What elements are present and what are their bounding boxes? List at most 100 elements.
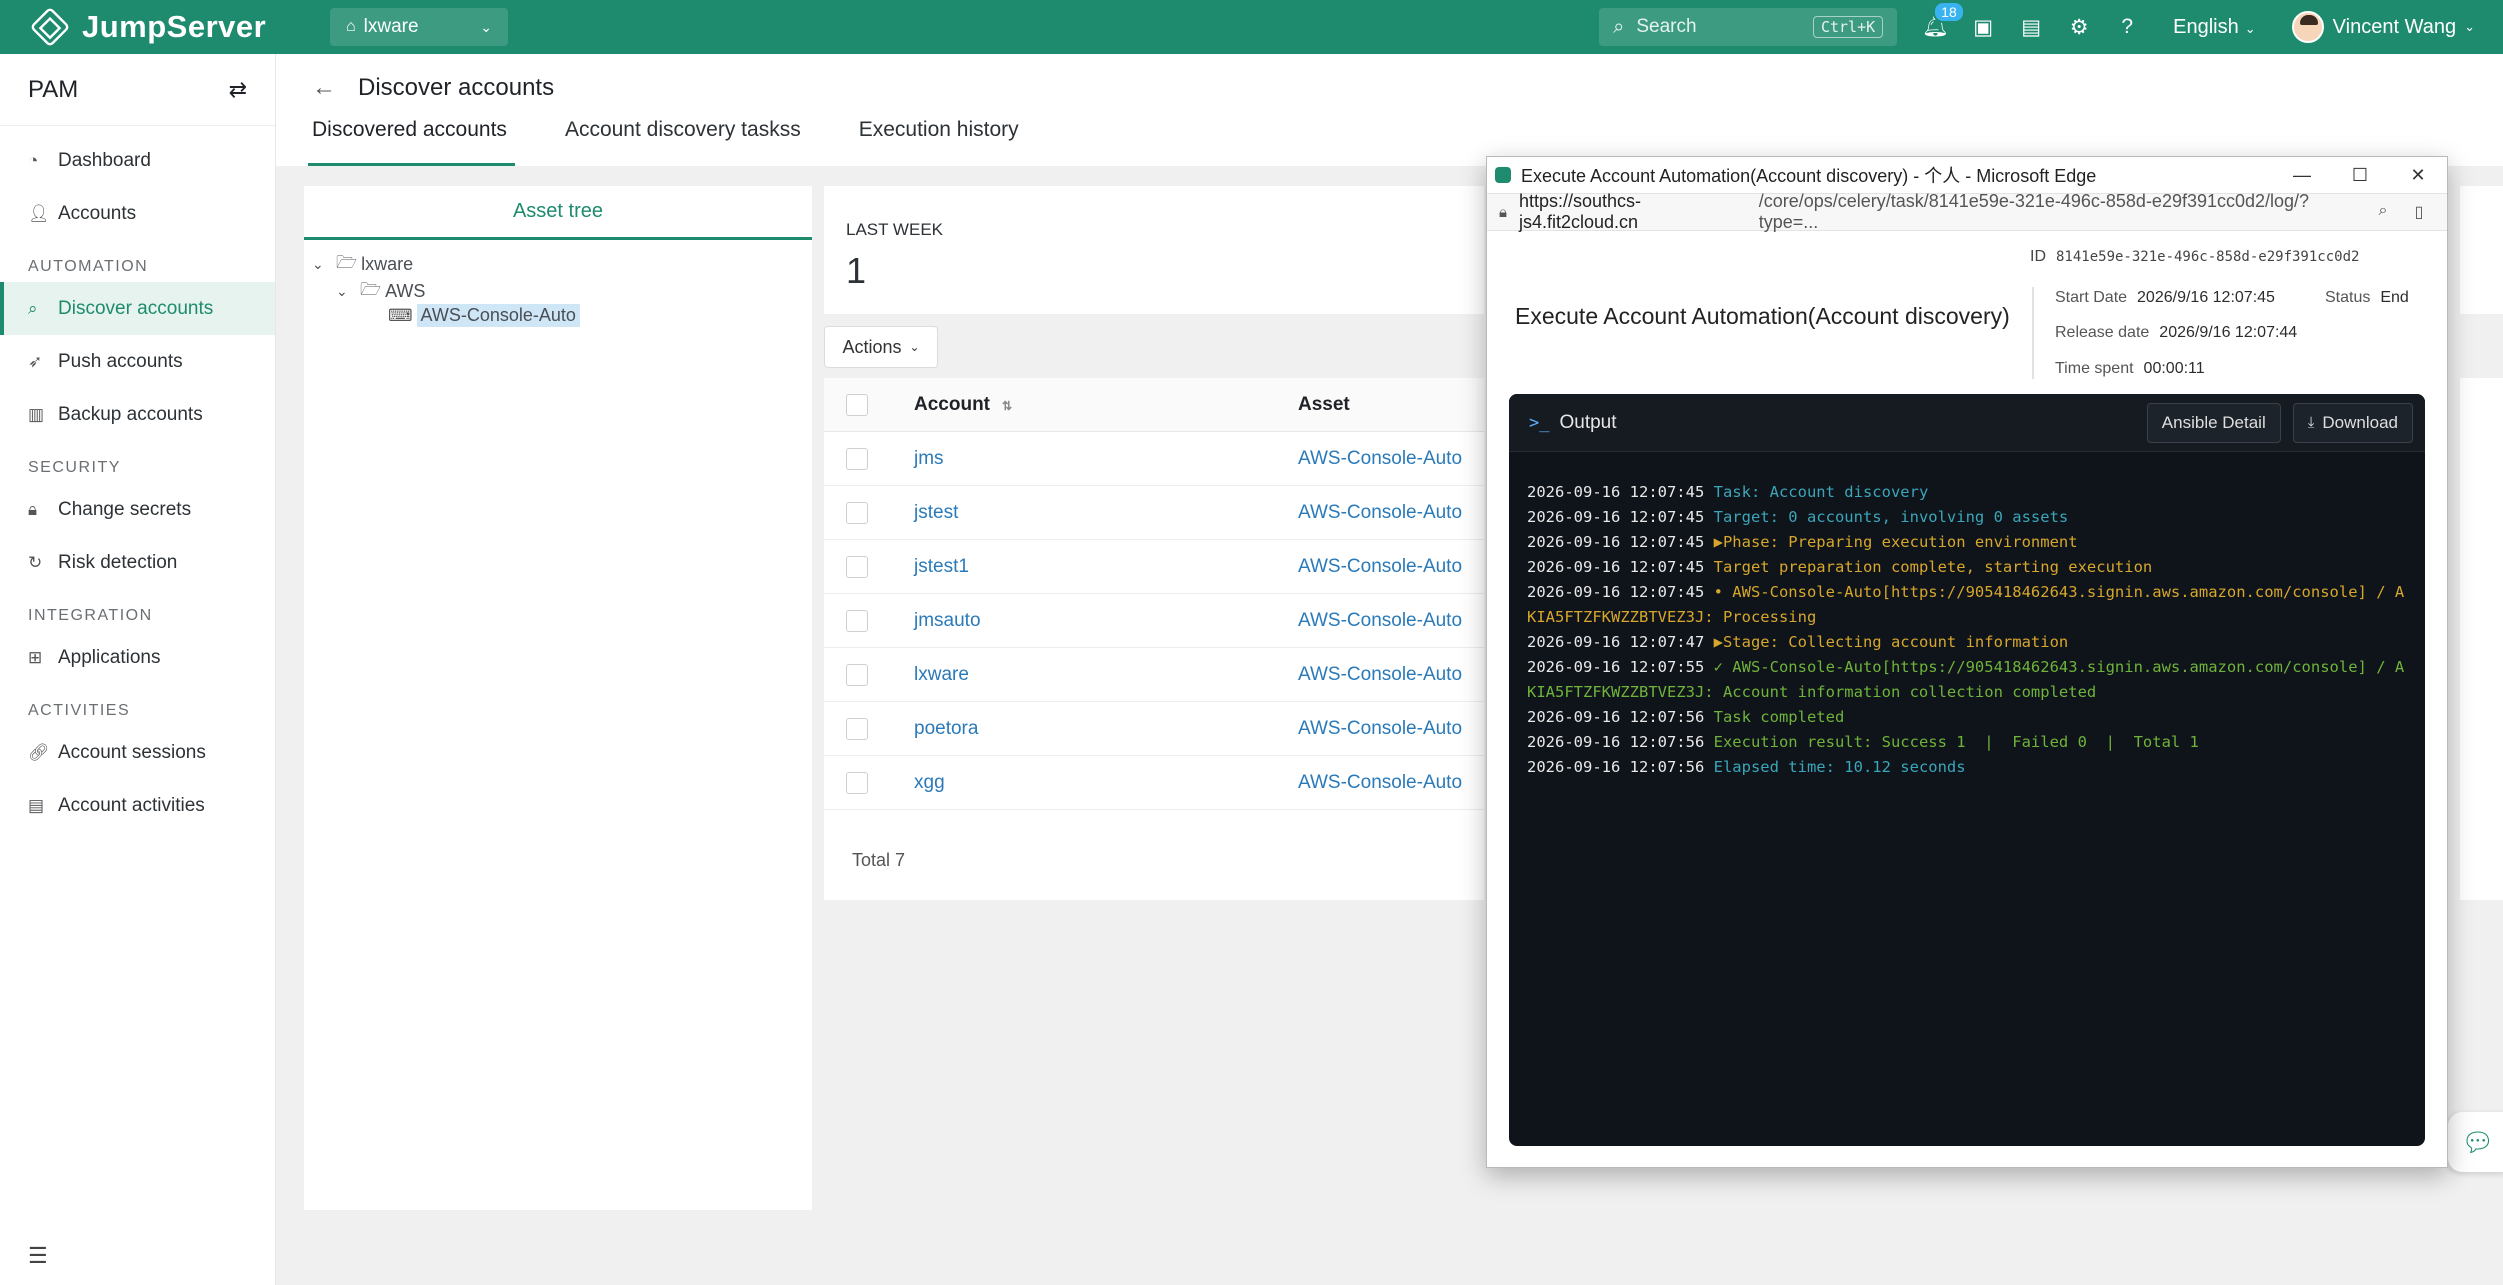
language-selector[interactable]: English ⌄ <box>2173 16 2256 39</box>
reader-icon[interactable]: ▯ <box>2401 202 2437 222</box>
ansible-detail-button[interactable]: Ansible Detail <box>2146 402 2281 443</box>
asset-link[interactable]: AWS-Console-Auto <box>1298 718 1462 740</box>
account-link[interactable]: xgg <box>914 772 945 794</box>
close-icon[interactable]: ✕ <box>2389 165 2447 186</box>
account-link[interactable]: poetora <box>914 718 978 740</box>
log-text: Execution result: Success 1 | Failed 0 |… <box>1713 733 2199 751</box>
tab-asset-tree[interactable]: Asset tree <box>304 186 812 240</box>
sidebar-title: PAM <box>28 75 79 103</box>
row-checkbox[interactable] <box>846 447 868 470</box>
account-link[interactable]: jms <box>914 448 944 470</box>
sidebar-item-risk-detection[interactable]: ↻ Risk detection <box>0 536 275 589</box>
chat-icon: 💬︎ <box>2461 1126 2495 1157</box>
asset-link[interactable]: AWS-Console-Auto <box>1298 502 1462 524</box>
asset-link[interactable]: AWS-Console-Auto <box>1298 664 1462 686</box>
log-timestamp: 2026-09-16 12:07:56 <box>1527 708 1714 726</box>
maximize-icon[interactable]: ☐ <box>2331 165 2389 186</box>
card-edge <box>2460 186 2503 314</box>
sidebar-item-account-sessions[interactable]: 🔗︎ Account sessions <box>0 726 275 779</box>
sidebar-item-change-secrets[interactable]: 🔒︎ Change secrets <box>0 483 275 536</box>
org-selector[interactable]: ⌂ lxware ⌄ <box>330 8 508 46</box>
terminal-button[interactable]: ▣ <box>1959 15 2007 40</box>
column-account[interactable]: Account ⇅ <box>914 394 1012 416</box>
row-checkbox[interactable] <box>846 717 868 740</box>
account-link[interactable]: lxware <box>914 664 969 686</box>
row-checkbox[interactable] <box>846 663 868 686</box>
row-checkbox[interactable] <box>846 771 868 794</box>
account-link[interactable]: jmsauto <box>914 610 981 632</box>
actions-label: Actions <box>842 336 902 357</box>
account-link[interactable]: jstest1 <box>914 556 969 578</box>
top-bar: JumpServer ⌂ lxware ⌄ ⌕ Search Ctrl+K 🔔︎… <box>0 0 2503 54</box>
sidebar-item-label: Dashboard <box>58 149 151 171</box>
sidebar-item-label: Change secrets <box>58 498 192 520</box>
log-timestamp: 2026-09-16 12:07:55 <box>1527 658 1714 676</box>
notifications-button[interactable]: 🔔︎ 18 <box>1911 1 1965 39</box>
row-checkbox[interactable] <box>846 555 868 578</box>
asset-link[interactable]: AWS-Console-Auto <box>1298 448 1462 470</box>
window-titlebar[interactable]: Execute Account Automation(Account disco… <box>1487 157 2447 193</box>
table-row: lxware AWS-Console-Auto <box>824 648 1484 702</box>
chat-assistant-button[interactable]: 💬︎ <box>2448 1112 2503 1172</box>
row-checkbox[interactable] <box>846 501 868 524</box>
global-search[interactable]: ⌕ Search Ctrl+K <box>1599 8 1898 46</box>
sidebar: PAM ⇄ ◔ Dashboard 👤︎ Accounts AUTOMATION ⌕… <box>0 54 276 1285</box>
sidebar-item-backup-accounts[interactable]: ▥ Backup accounts <box>0 388 275 441</box>
back-arrow-icon[interactable]: ← <box>312 74 336 102</box>
asset-link[interactable]: AWS-Console-Auto <box>1298 772 1462 794</box>
edge-popup-window: Execute Account Automation(Account disco… <box>1486 156 2448 1168</box>
sidebar-item-applications[interactable]: ⊞ Applications <box>0 631 275 684</box>
log-timestamp: 2026-09-16 12:07:56 <box>1527 733 1714 751</box>
org-icon: ⌂ <box>346 18 356 35</box>
sidebar-item-push-accounts[interactable]: ➶ Push accounts <box>0 335 275 388</box>
accounts-icon: 👤︎ <box>28 203 50 223</box>
row-checkbox[interactable] <box>846 609 868 632</box>
download-button[interactable]: ⤓ Download <box>2292 402 2413 443</box>
account-link[interactable]: jstest <box>914 502 958 524</box>
history-icon: ↻ <box>28 552 43 572</box>
help-button[interactable]: ? <box>2103 15 2151 39</box>
log-text: ▶Phase: Preparing execution environment <box>1713 533 2078 551</box>
actions-dropdown[interactable]: Actions ⌄ <box>824 326 938 368</box>
select-all-checkbox[interactable] <box>846 393 868 416</box>
asset-link[interactable]: AWS-Console-Auto <box>1298 610 1462 632</box>
output-title: >_ Output <box>1529 412 1617 434</box>
tab-account-discovery-tasks[interactable]: Account discovery taskss <box>565 118 801 166</box>
sidebar-item-accounts[interactable]: 👤︎ Accounts <box>0 187 275 240</box>
id-label: ID <box>2030 248 2046 265</box>
address-bar[interactable]: 🔒︎ https://southcs-js4.fit2cloud.cn/core… <box>1487 191 2447 232</box>
stat-card: LAST WEEK 1 <box>824 186 1484 314</box>
chevron-down-icon[interactable]: ⌄ <box>312 256 336 273</box>
settings-button[interactable]: ⚙ <box>2055 15 2103 40</box>
log-text: Target preparation complete, starting ex… <box>1713 558 2153 576</box>
sidebar-item-discover-accounts[interactable]: ⌕ Discover accounts <box>0 282 275 335</box>
chevron-down-icon[interactable]: ⌄ <box>336 283 360 300</box>
tab-discovered-accounts[interactable]: Discovered accounts <box>308 118 515 166</box>
log-text: Target: 0 accounts, involving 0 assets <box>1713 508 2069 526</box>
log-text: Task: Account discovery <box>1713 483 1929 501</box>
minimize-icon[interactable]: — <box>2273 165 2331 186</box>
log-timestamp: 2026-09-16 12:07:47 <box>1527 633 1714 651</box>
tree-node-aws[interactable]: ⌄ 🗁︎ AWS <box>336 277 425 306</box>
sidebar-item-dashboard[interactable]: ◔ Dashboard <box>0 134 275 187</box>
meta-value: 2026/9/16 12:07:45 <box>2137 289 2275 306</box>
log-line: 2026-09-16 12:07:55 ✓ AWS-Console-Auto[h… <box>1527 655 2407 705</box>
tab-execution-history[interactable]: Execution history <box>859 118 1019 166</box>
collapse-sidebar-icon[interactable]: ☰ <box>28 1243 48 1269</box>
tickets-button[interactable]: ▤ <box>2007 15 2055 40</box>
brand-logo[interactable]: JumpServer <box>29 6 290 48</box>
log-timestamp: 2026-09-16 12:07:45 <box>1527 533 1714 551</box>
sidebar-item-account-activities[interactable]: ▤ Account activities <box>0 779 275 832</box>
switch-view-icon[interactable]: ⇄ <box>229 77 247 103</box>
user-menu[interactable]: Vincent Wang ⌄ <box>2291 11 2475 43</box>
tree-node-root[interactable]: ⌄ 🗁︎ lxware <box>312 250 413 279</box>
sort-icon[interactable]: ⇅ <box>1002 399 1012 413</box>
log-line: 2026-09-16 12:07:45 • AWS-Console-Auto[h… <box>1527 580 2407 630</box>
asset-tree-panel: Asset tree ⌄ 🗁︎ lxware ⌄ 🗁︎ AWS ⌨︎ AWS-C… <box>304 186 812 1210</box>
job-id: ID 8141e59e-321e-496c-858d-e29f391cc0d2 <box>2030 248 2359 266</box>
zoom-icon[interactable]: ⌕ <box>2365 202 2401 222</box>
asset-link[interactable]: AWS-Console-Auto <box>1298 556 1462 578</box>
log-timestamp: 2026-09-16 12:07:56 <box>1527 758 1714 776</box>
tree-node-asset[interactable]: ⌨︎ AWS-Console-Auto <box>388 304 580 327</box>
log-line: 2026-09-16 12:07:45 Task: Account discov… <box>1527 480 2407 505</box>
